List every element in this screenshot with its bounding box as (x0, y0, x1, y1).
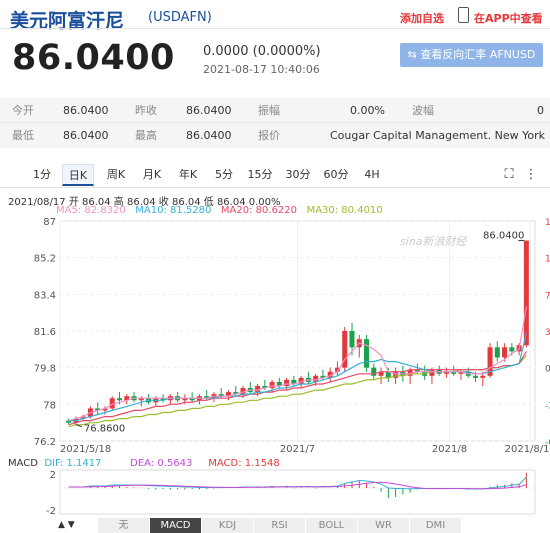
macd-chart: 2 -2 (46, 469, 536, 516)
pct-tick-label: 7% (545, 291, 550, 301)
tab-weekly[interactable]: 周K (102, 164, 130, 186)
indicator-tab-wr[interactable]: WR (358, 518, 410, 533)
tab-15min[interactable]: 15分 (244, 164, 276, 186)
open-label: 今开 (12, 104, 34, 117)
y-tick-label: 85.2 (34, 254, 56, 265)
candlestick-chart[interactable]: 8713%85.210%83.47%81.63%79.80%78-3%76.2-… (0, 215, 550, 455)
y-tick-label: 83.4 (34, 290, 56, 301)
prev-close-value: 86.0400 (186, 104, 232, 117)
price-change: 0.0000 (0.0000%) (203, 44, 321, 59)
candle-body (502, 347, 508, 358)
reverse-rate-label: 查看反向汇率 AFNUSD (420, 48, 536, 61)
indicator-tabs: 无 MACD KDJ RSI BOLL WR DMI (98, 518, 468, 533)
watermark-text: sina新浪财经 (400, 235, 467, 248)
currency-code: (USDAFN) (148, 10, 212, 25)
min-price-label: 76.8600 (84, 424, 125, 435)
x-tick-label: 2021/7 (280, 444, 315, 455)
indicator-tab-boll[interactable]: BOLL (306, 518, 358, 533)
indicator-tab-macd[interactable]: MACD (150, 518, 202, 533)
y-tick-label: 81.6 (34, 327, 56, 338)
pct-tick-label: 3% (545, 328, 550, 338)
x-tick-label: 2021/8 (432, 444, 467, 455)
candle-body (116, 398, 122, 401)
quote-source-value: Cougar Capital Management. New York (330, 129, 546, 142)
x-tick-label: 2021/8/17 (505, 444, 550, 455)
y-tick-label: 76.2 (34, 437, 56, 448)
y-tick-label: 78 (43, 400, 56, 411)
header-divider (0, 28, 550, 29)
macd-frame (59, 469, 536, 515)
scroll-arrows[interactable]: ▲ ▼ (58, 518, 88, 533)
reverse-rate-button[interactable]: ⇆ 查看反向汇率 AFNUSD (400, 43, 543, 67)
fullscreen-icon[interactable]: ⛶ (500, 164, 518, 186)
macd-y-tick: -2 (46, 506, 56, 516)
macd-y-tick: 2 (50, 470, 56, 481)
prev-close-label: 昨收 (135, 104, 157, 117)
high-label: 最高 (135, 129, 157, 142)
low-value: 86.0400 (63, 129, 109, 142)
candle-body (523, 240, 529, 346)
pct-tick-label: -3% (545, 401, 550, 411)
phone-icon (458, 7, 469, 23)
range-label: 波幅 (412, 104, 434, 117)
pct-tick-label: 10% (545, 255, 550, 265)
candle-body (473, 375, 479, 378)
tab-4h[interactable]: 4H (358, 164, 386, 186)
tab-monthly[interactable]: 月K (138, 164, 166, 186)
swap-icon: ⇆ (407, 48, 417, 61)
tab-yearly[interactable]: 年K (174, 164, 202, 186)
amplitude-value: 0.00% (350, 104, 385, 117)
y-tick-label: 79.8 (34, 364, 56, 375)
indicator-tab-rsi[interactable]: RSI (254, 518, 306, 533)
low-label: 最低 (12, 129, 34, 142)
current-price: 86.0400 (12, 38, 175, 78)
view-in-app-link[interactable]: 在APP中查看 (474, 10, 543, 26)
pct-tick-label: 13% (545, 218, 550, 228)
more-options-icon[interactable]: ⋮ (522, 164, 540, 186)
candle-body (371, 367, 377, 376)
indicator-tab-none[interactable]: 无 (98, 518, 150, 533)
tab-5min[interactable]: 5分 (210, 164, 238, 186)
pct-tick-label: 0% (545, 365, 550, 375)
stats-panel: 今开 86.0400 昨收 86.0400 振幅 0.00% 波幅 0 最低 8… (0, 98, 550, 148)
indicator-tab-dmi[interactable]: DMI (410, 518, 462, 533)
range-value: 0 (537, 104, 544, 117)
candle-body (494, 347, 500, 358)
y-tick-label: 87 (43, 217, 56, 228)
period-tabs: 1分 日K 周K 月K 年K 5分 15分 30分 60分 4H ⛶ ⋮ (0, 164, 550, 188)
tab-daily[interactable]: 日K (62, 164, 94, 186)
candle-body (509, 347, 515, 352)
arrow-down-icon[interactable]: ▼ (68, 520, 75, 530)
x-tick-label: 2021/5/18 (60, 444, 111, 455)
add-watchlist-button[interactable]: 添加自选 (400, 10, 444, 26)
max-price-label: 86.0400 (483, 231, 524, 242)
open-value: 86.0400 (63, 104, 109, 117)
candle-body (364, 339, 370, 368)
tab-30min[interactable]: 30分 (282, 164, 314, 186)
candle-body (393, 371, 399, 378)
amplitude-label: 振幅 (258, 104, 280, 117)
tab-1min[interactable]: 1分 (28, 164, 56, 186)
candle-body (480, 375, 486, 378)
quote-timestamp: 2021-08-17 10:40:06 (203, 63, 320, 76)
arrow-up-icon[interactable]: ▲ (58, 520, 65, 530)
high-value: 86.0400 (186, 129, 232, 142)
quote-source-label: 报价 (258, 129, 280, 142)
tab-60min[interactable]: 60分 (320, 164, 352, 186)
candle-body (269, 381, 275, 389)
indicator-tab-kdj[interactable]: KDJ (202, 518, 254, 533)
candle-body (349, 331, 355, 348)
